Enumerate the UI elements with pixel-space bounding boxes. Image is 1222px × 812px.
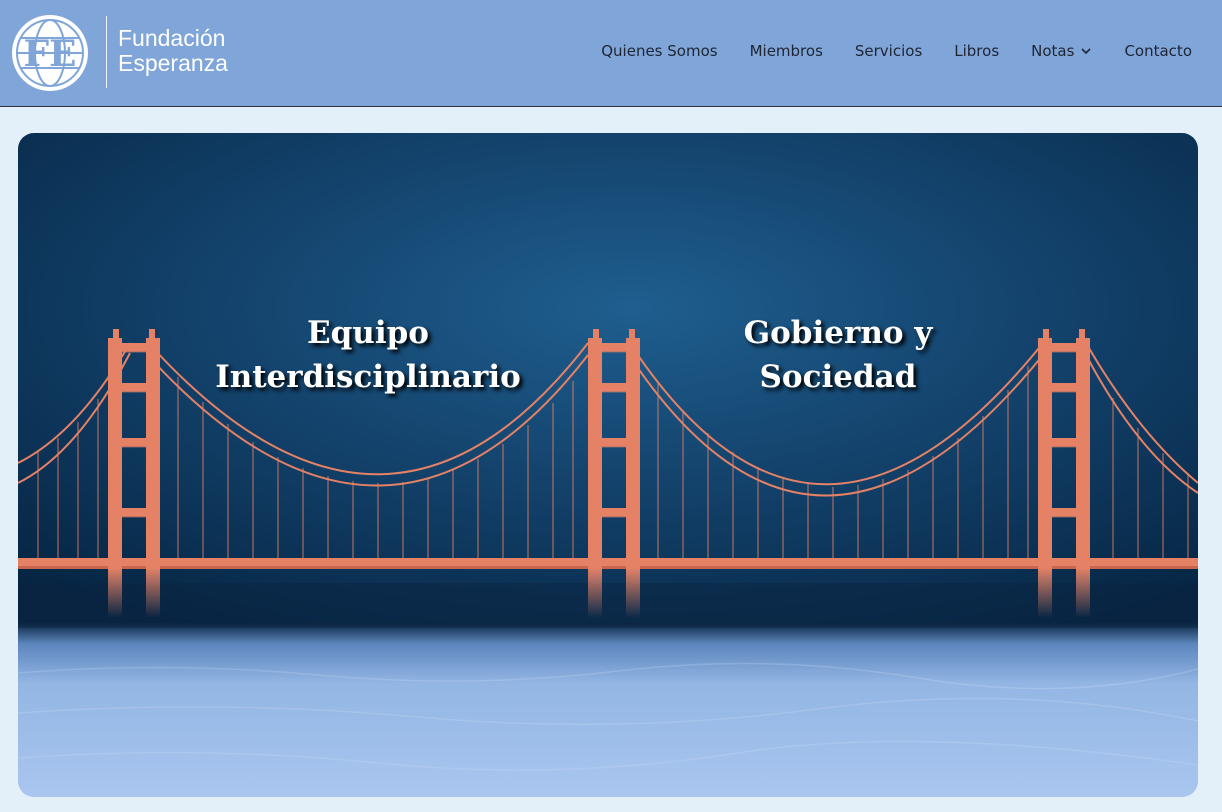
- hero-title-gobierno: Gobierno y Sociedad: [678, 311, 998, 399]
- nav-item-libros[interactable]: Libros: [954, 42, 999, 60]
- nav-item-notas-label: Notas: [1031, 42, 1075, 60]
- nav-item-miembros[interactable]: Miembros: [750, 42, 823, 60]
- nav-item-servicios[interactable]: Servicios: [855, 42, 922, 60]
- main-nav: Quienes Somos Miembros Servicios Libros …: [601, 42, 1192, 60]
- nav-item-quienes-somos[interactable]: Quienes Somos: [601, 42, 717, 60]
- brand-name[interactable]: Fundación Esperanza: [118, 26, 228, 76]
- bridge-illustration: [18, 133, 1198, 797]
- hero-title-equipo: Equipo Interdisciplinario: [215, 315, 521, 395]
- brand-name-line1: Fundación: [118, 25, 226, 51]
- nav-item-contacto[interactable]: Contacto: [1124, 42, 1192, 60]
- site-header: FE Fundación Esperanza Quienes Somos Mie…: [0, 0, 1222, 107]
- hero-title-gobierno-line1: Gobierno y: [743, 315, 933, 351]
- nav-item-notas[interactable]: Notas: [1031, 42, 1092, 60]
- logo-divider: [106, 16, 107, 88]
- hero-banner: Equipo Interdisciplinario Gobierno y Soc…: [18, 133, 1198, 797]
- brand-name-line2: Esperanza: [118, 50, 228, 76]
- logo-globe-icon[interactable]: FE: [8, 14, 92, 92]
- hero-title-gobierno-line2: Sociedad: [759, 359, 917, 395]
- chevron-down-icon: [1081, 48, 1092, 55]
- logo-monogram: FE: [24, 33, 77, 75]
